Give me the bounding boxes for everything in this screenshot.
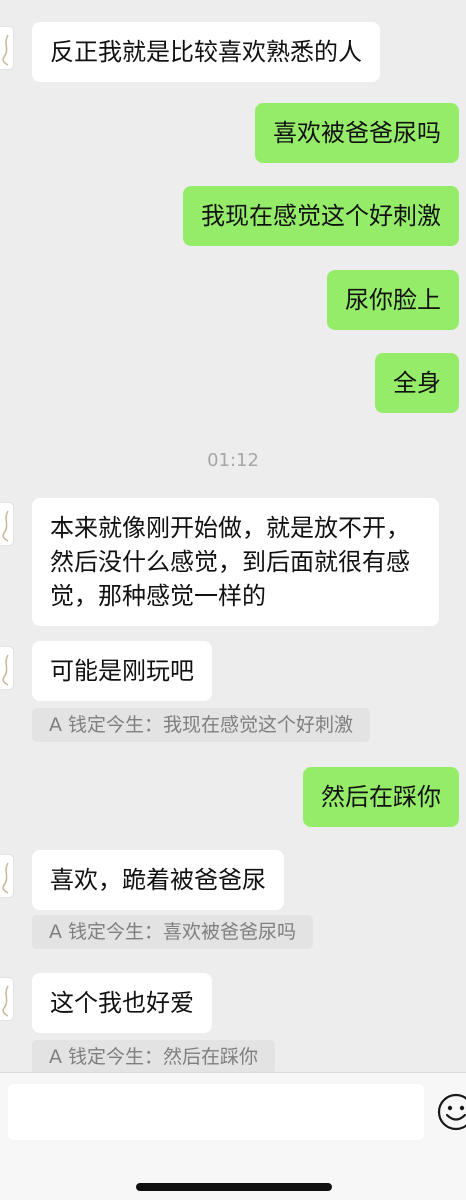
message-bubble-incoming[interactable]: 这个我也好爱 (32, 973, 212, 1033)
message-text: 我现在感觉这个好刺激 (201, 202, 441, 230)
message-bubble-incoming[interactable]: 喜欢，跪着被爸爸尿 (32, 850, 284, 910)
timestamp-divider: 01:12 (207, 450, 259, 471)
quote-text: A 钱定今生：喜欢被爸爸尿吗 (49, 921, 297, 943)
message-bubble-outgoing[interactable]: 喜欢被爸爸尿吗 (255, 103, 459, 163)
contact-avatar[interactable] (0, 854, 14, 898)
message-bubble-outgoing[interactable]: 尿你脸上 (327, 270, 459, 330)
contact-avatar[interactable] (0, 646, 14, 690)
message-text: 然后在踩你 (321, 783, 441, 811)
quote-text: A 钱定今生：然后在踩你 (49, 1046, 259, 1068)
home-indicator[interactable] (136, 1183, 332, 1191)
message-text: 喜欢，跪着被爸爸尿 (50, 866, 266, 894)
message-text: 全身 (393, 369, 441, 397)
smiley-face-icon[interactable] (436, 1092, 466, 1132)
message-text: 本来就像刚开始做，就是放不开，然后没什么感觉，到后面就很有感觉，那种感觉一样的 (50, 514, 410, 610)
quoted-reply[interactable]: A 钱定今生：然后在踩你 (32, 1040, 276, 1072)
quoted-reply[interactable]: A 钱定今生：喜欢被爸爸尿吗 (32, 915, 314, 949)
message-bubble-outgoing[interactable]: 我现在感觉这个好刺激 (183, 186, 459, 246)
quoted-reply[interactable]: A 钱定今生：我现在感觉这个好刺激 (32, 708, 371, 742)
message-bubble-incoming[interactable]: 可能是刚玩吧 (32, 641, 212, 701)
quote-text: A 钱定今生：我现在感觉这个好刺激 (49, 714, 354, 736)
contact-avatar[interactable] (0, 502, 14, 546)
message-text: 可能是刚玩吧 (50, 657, 194, 685)
contact-avatar[interactable] (0, 977, 14, 1021)
message-text: 反正我就是比较喜欢熟悉的人 (50, 38, 362, 66)
input-bar (0, 1072, 466, 1200)
contact-avatar[interactable] (0, 26, 14, 70)
message-text: 这个我也好爱 (50, 989, 194, 1017)
message-bubble-outgoing[interactable]: 然后在踩你 (303, 767, 459, 827)
message-input[interactable] (8, 1084, 424, 1140)
message-bubble-incoming[interactable]: 本来就像刚开始做，就是放不开，然后没什么感觉，到后面就很有感觉，那种感觉一样的 (32, 498, 439, 626)
message-text: 喜欢被爸爸尿吗 (273, 119, 441, 147)
message-bubble-outgoing[interactable]: 全身 (375, 353, 459, 413)
message-bubble-incoming[interactable]: 反正我就是比较喜欢熟悉的人 (32, 22, 380, 82)
chat-history[interactable]: 反正我就是比较喜欢熟悉的人 喜欢被爸爸尿吗 我现在感觉这个好刺激 尿你脸上 全身… (0, 0, 466, 1072)
message-text: 尿你脸上 (345, 286, 441, 314)
